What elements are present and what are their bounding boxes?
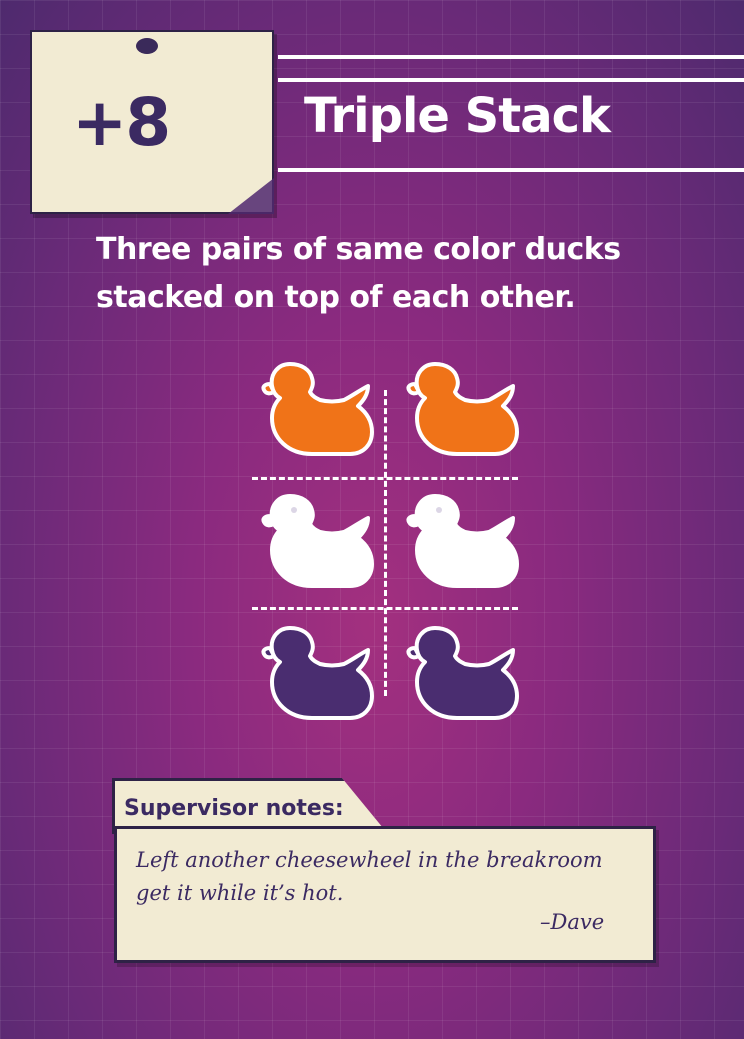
duck-grid: [252, 350, 520, 730]
grid-divider-horizontal: [252, 477, 518, 480]
purple-duck-icon: [261, 626, 374, 720]
white-duck-icon: [261, 494, 374, 588]
supervisor-notes-divider: [114, 826, 653, 829]
note-curl: [228, 178, 274, 214]
purple-duck-icon: [406, 626, 519, 720]
title-band-line: [278, 78, 744, 82]
orange-duck-icon: [406, 362, 519, 456]
points-value: +8: [72, 84, 171, 161]
card-title: Triple Stack: [304, 88, 611, 144]
scoring-card: +8 Triple Stack Three pairs of same colo…: [0, 0, 744, 1039]
supervisor-notes-label: Supervisor notes:: [124, 796, 344, 821]
grid-divider-horizontal: [252, 607, 518, 610]
white-duck-icon: [406, 494, 519, 588]
title-band-line: [278, 168, 744, 172]
title-band-line: [278, 55, 744, 59]
supervisor-notes-text: Left another cheesewheel in the breakroo…: [136, 848, 603, 905]
points-sticky-note: +8: [30, 30, 274, 214]
grid-divider-vertical: [384, 390, 387, 696]
pin-hole: [136, 38, 158, 54]
orange-duck-icon: [261, 362, 374, 456]
card-description: Three pairs of same color ducks stacked …: [96, 232, 621, 315]
supervisor-signature: –Dave: [540, 910, 605, 934]
